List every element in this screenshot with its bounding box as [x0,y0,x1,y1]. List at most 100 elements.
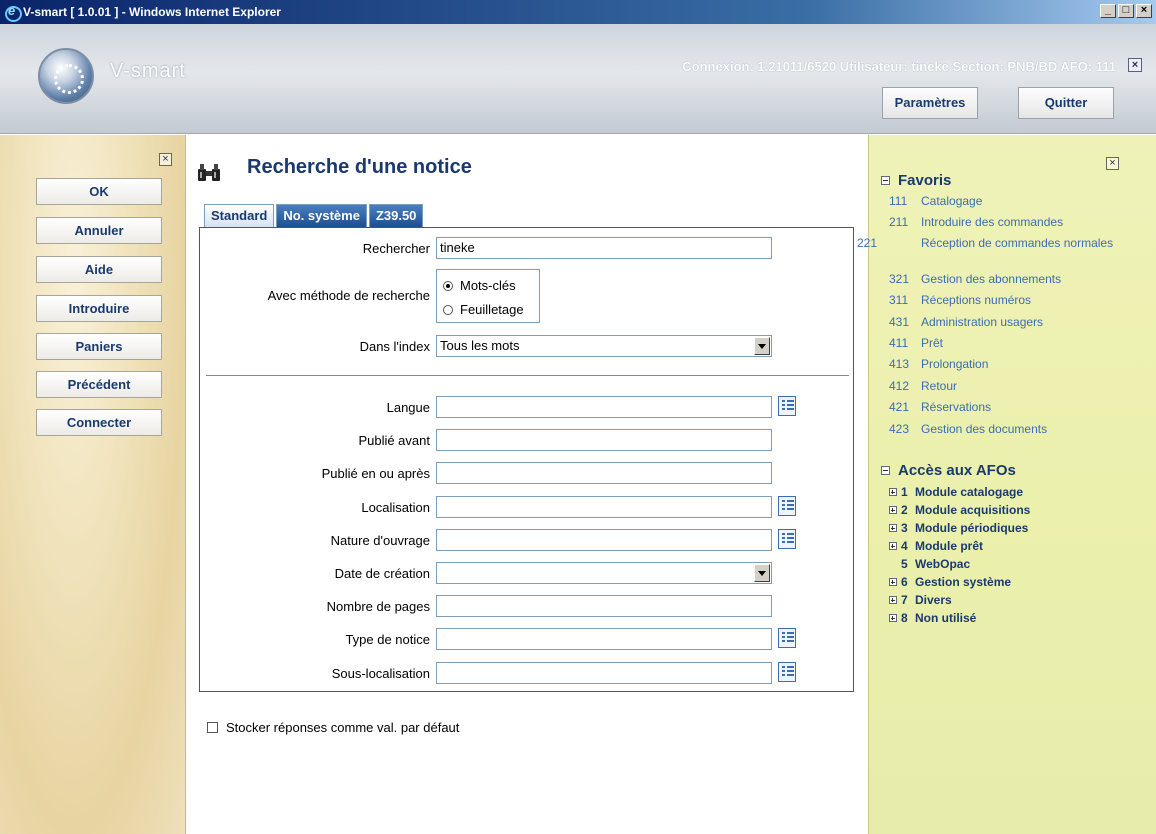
afo-item-7[interactable]: 7 Divers [889,593,952,607]
favori-item[interactable]: 111 Catalogage [889,194,1139,208]
right-panel-close-icon[interactable]: × [1106,157,1119,170]
window-titlebar: V-smart [ 1.0.01 ] - Windows Internet Ex… [0,0,1156,24]
nombre-pages-label: Nombre de pages [326,599,430,614]
header-close-icon[interactable]: × [1128,58,1142,72]
favori-item[interactable]: 211 Introduire des commandes [889,215,1139,229]
form-divider [206,375,849,376]
methode-label: Avec méthode de recherche [267,288,430,303]
nature-label: Nature d'ouvrage [330,533,430,548]
precedent-button[interactable]: Précédent [36,371,162,398]
row-langue: Langue [200,396,855,418]
nature-input[interactable] [436,529,772,551]
connecter-button[interactable]: Connecter [36,409,162,436]
afo-item-2[interactable]: 2 Module acquisitions [889,503,1030,517]
app-header: V-smart Connexion: 1.21011/6520 Utilisat… [0,24,1156,134]
publie-apres-input[interactable] [436,462,772,484]
row-nature: Nature d'ouvrage [200,529,855,551]
favori-item[interactable]: 423 Gestion des documents [889,422,1139,436]
favori-item[interactable]: 411 Prêt [889,336,1139,350]
afo-item-8[interactable]: 8 Non utilisé [889,611,976,625]
tab-z3950[interactable]: Z39.50 [368,204,424,227]
expand-icon[interactable] [889,488,897,496]
expand-icon[interactable] [889,506,897,514]
page-title: Recherche d'une notice [247,156,472,178]
paniers-button[interactable]: Paniers [36,333,162,360]
tab-no-systeme[interactable]: No. système [276,204,367,227]
store-defaults-checkbox[interactable] [207,722,218,733]
favori-item[interactable]: 413 Prolongation [889,357,1139,371]
ok-button[interactable]: OK [36,178,162,205]
expand-icon[interactable] [889,596,897,604]
row-date-creation: Date de création [200,562,855,584]
radio-mots-cles[interactable]: Mots-clés [443,278,516,293]
expand-icon[interactable] [889,542,897,550]
afo-item-3[interactable]: 3 Module périodiques [889,521,1028,535]
index-select[interactable]: Tous les mots [436,335,772,357]
favori-item[interactable]: 311 Réceptions numéros [889,293,1139,307]
favoris-header[interactable]: Favoris [881,172,951,189]
publie-apres-label: Publié en ou après [321,466,430,481]
row-nombre-pages: Nombre de pages [200,595,855,617]
parametres-button[interactable]: Paramètres [882,87,978,119]
langue-input[interactable] [436,396,772,418]
methode-radio-group: Mots-clés Feuilletage [436,269,540,323]
store-defaults-row[interactable]: Stocker réponses comme val. par défaut [207,720,459,735]
nombre-pages-input[interactable] [436,595,772,617]
radio-feuilletage[interactable]: Feuilletage [443,302,524,317]
date-creation-select[interactable] [436,562,772,584]
list-picker-icon[interactable] [778,396,796,416]
langue-label: Langue [386,400,430,415]
collapse-icon[interactable] [881,176,890,185]
ie-icon [4,3,22,22]
list-picker-icon[interactable] [778,496,796,516]
close-icon[interactable]: × [1136,4,1152,18]
introduire-button[interactable]: Introduire [36,295,162,322]
expand-icon[interactable] [889,578,897,586]
quitter-button[interactable]: Quitter [1018,87,1114,119]
row-type-notice: Type de notice [200,628,855,650]
publie-avant-input[interactable] [436,429,772,451]
afos-title: Accès aux AFOs [898,462,1016,479]
favori-item[interactable]: 221 Réception de commandes normales [857,236,1139,250]
aide-button[interactable]: Aide [36,256,162,283]
left-sidebar: × OK Annuler Aide Introduire Paniers Pré… [0,135,186,834]
chevron-down-icon[interactable] [754,337,770,355]
favori-item[interactable]: 321 Gestion des abonnements [889,272,1139,286]
row-methode: Avec méthode de recherche Mots-clés Feui… [200,269,855,325]
afo-item-5[interactable]: 5 WebOpac [889,557,970,571]
afo-item-4[interactable]: 4 Module prêt [889,539,983,553]
window-title: V-smart [ 1.0.01 ] - Windows Internet Ex… [23,5,281,19]
collapse-icon[interactable] [881,466,890,475]
rechercher-input[interactable]: tineke [436,237,772,259]
list-picker-icon[interactable] [778,529,796,549]
favori-item[interactable]: 431 Administration usagers [889,315,1139,329]
radio-feuilletage-dot[interactable] [443,304,453,315]
localisation-input[interactable] [436,496,772,518]
right-panel: × Favoris 111 Catalogage 211 Introduire de… [857,135,1156,834]
list-picker-icon[interactable] [778,662,796,682]
sous-localisation-input[interactable] [436,662,772,684]
radio-mots-cles-dot[interactable] [443,280,453,291]
list-picker-icon[interactable] [778,628,796,648]
maximize-icon[interactable]: □ [1118,4,1134,18]
search-form-panel: Rechercher tineke Avec méthode de recher… [199,227,854,692]
sidebar-close-icon[interactable]: × [159,153,172,166]
localisation-label: Localisation [361,500,430,515]
type-notice-input[interactable] [436,628,772,650]
afos-header[interactable]: Accès aux AFOs [881,462,1016,479]
minimize-icon[interactable]: _ [1100,4,1116,18]
favori-item[interactable]: 421 Réservations [889,400,1139,414]
annuler-button[interactable]: Annuler [36,217,162,244]
type-notice-label: Type de notice [345,632,430,647]
tab-standard[interactable]: Standard [204,204,275,227]
row-publie-apres: Publié en ou après [200,462,855,484]
expand-icon[interactable] [889,524,897,532]
favori-item[interactable]: 412 Retour [889,379,1139,393]
date-creation-label: Date de création [334,566,430,581]
afo-item-1[interactable]: 1 Module catalogage [889,485,1023,499]
radio-feuilletage-label: Feuilletage [460,302,524,317]
main-content: Recherche d'une notice Standard No. syst… [187,135,867,834]
afo-item-6[interactable]: 6 Gestion système [889,575,1011,589]
expand-icon[interactable] [889,614,897,622]
chevron-down-icon[interactable] [754,564,770,582]
